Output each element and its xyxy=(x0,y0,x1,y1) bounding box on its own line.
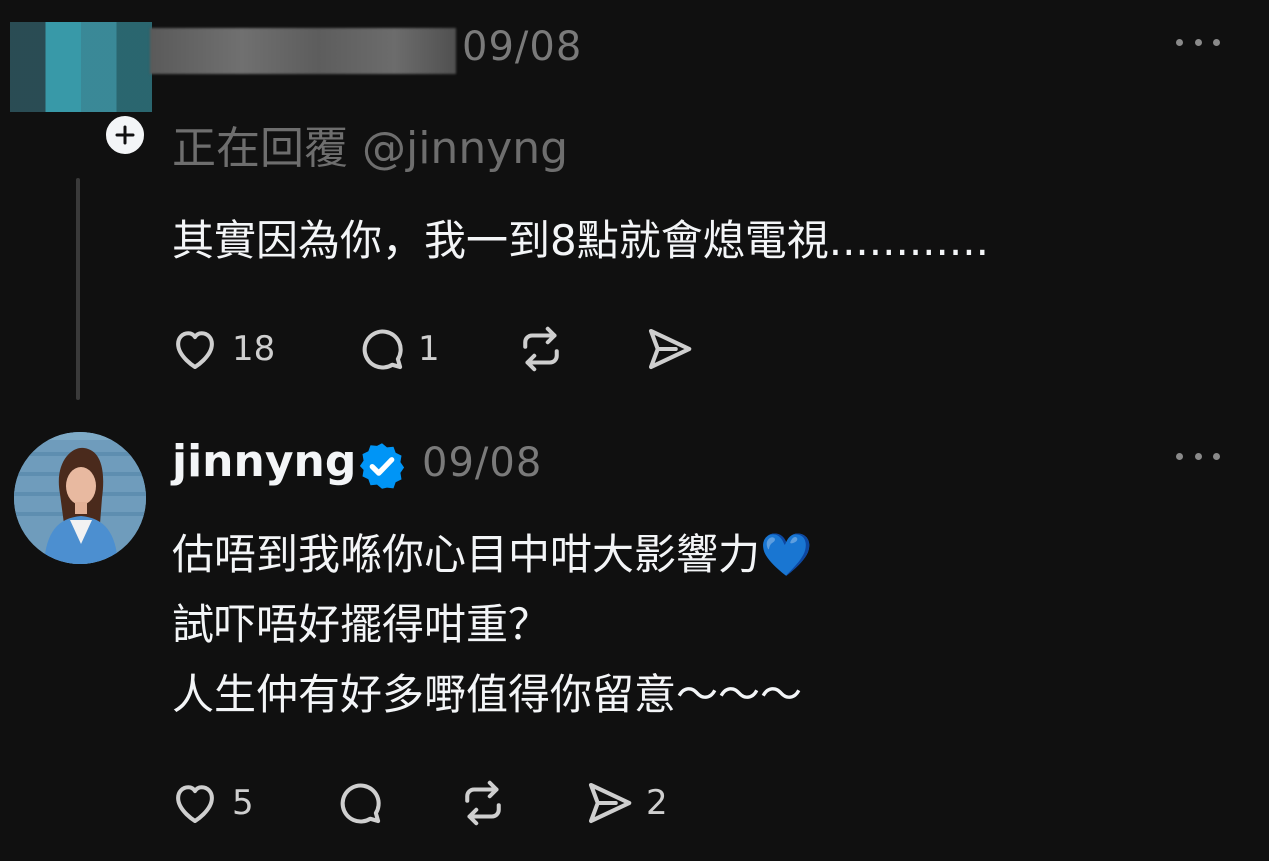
share-button[interactable]: 2 xyxy=(582,776,668,830)
repost-icon xyxy=(523,326,559,372)
post-line: 試吓唔好擺得咁重？ xyxy=(172,600,551,649)
verified-badge-icon xyxy=(359,443,405,489)
repost-button[interactable] xyxy=(456,776,582,830)
heart-icon xyxy=(176,331,214,370)
heart-icon xyxy=(176,785,214,824)
username[interactable]: jinnyng xyxy=(172,436,356,487)
reply-count: 1 xyxy=(418,329,440,369)
blurred-avatar[interactable] xyxy=(10,22,152,112)
reply-post: 09/08 正在回覆 @jinnyng 其實因為你，我一到8點就會熄電視....… xyxy=(0,0,1269,410)
share-count: 2 xyxy=(646,783,668,823)
post-actions: 18 1 xyxy=(168,322,696,376)
like-button[interactable]: 5 xyxy=(168,776,332,830)
share-icon xyxy=(588,782,632,824)
comment-icon xyxy=(362,329,403,370)
reply-button[interactable] xyxy=(332,776,456,830)
plus-icon xyxy=(115,125,135,145)
post-text: 其實因為你，我一到8點就會熄電視............ xyxy=(172,216,989,265)
post-line: 人生仲有好多嘢值得你留意～～～ xyxy=(172,670,803,719)
follow-button[interactable] xyxy=(102,112,148,158)
more-options-icon[interactable] xyxy=(1176,450,1220,462)
like-button[interactable]: 18 xyxy=(168,322,354,376)
like-count: 5 xyxy=(232,783,254,823)
post-actions: 5 2 xyxy=(168,776,668,830)
profile-photo xyxy=(14,432,146,564)
post-line: 估唔到我喺你心目中咁大影響力💙 xyxy=(172,530,813,579)
share-button[interactable] xyxy=(642,322,696,376)
repost-icon xyxy=(465,780,501,826)
thread-line xyxy=(76,178,80,400)
post-timestamp[interactable]: 09/08 xyxy=(422,440,542,486)
share-icon xyxy=(648,328,692,370)
blurred-username[interactable] xyxy=(150,28,456,74)
like-count: 18 xyxy=(232,329,276,369)
reply-button[interactable]: 1 xyxy=(354,322,514,376)
comment-icon xyxy=(340,783,381,824)
post-text: 估唔到我喺你心目中咁大影響力💙 試吓唔好擺得咁重？ 人生仲有好多嘢值得你留意～～… xyxy=(172,520,812,730)
replying-to-label[interactable]: 正在回覆 @jinnyng xyxy=(172,112,568,176)
post-timestamp[interactable]: 09/08 xyxy=(462,24,582,70)
more-options-icon[interactable] xyxy=(1176,36,1220,48)
avatar[interactable] xyxy=(14,432,146,564)
repost-button[interactable] xyxy=(514,322,642,376)
